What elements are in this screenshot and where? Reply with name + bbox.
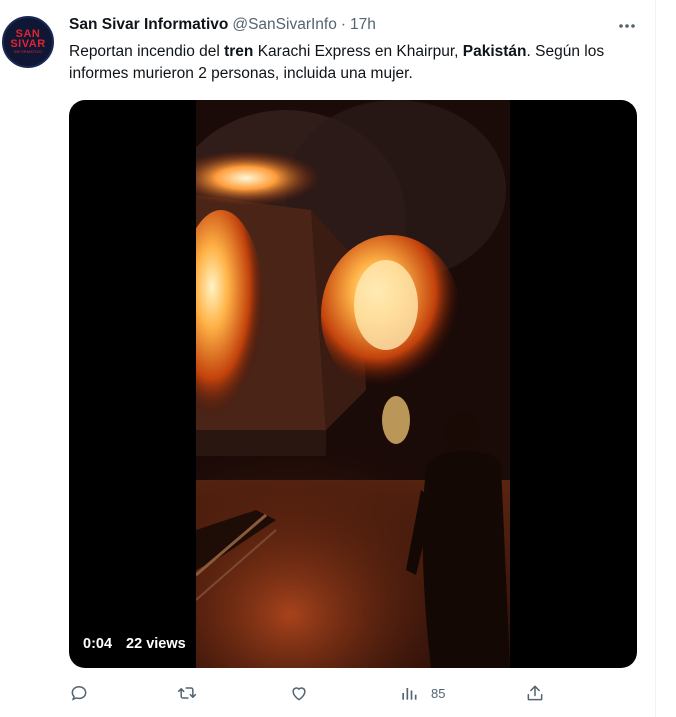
tweet-text: Reportan incendio del tren Karachi Expre… [69, 41, 644, 85]
column-border [655, 0, 676, 717]
bar-chart-icon [402, 688, 417, 700]
retweet-button[interactable] [177, 680, 197, 706]
text-bold-2: Pakistán [462, 43, 527, 60]
reply-icon [71, 685, 87, 701]
text-part-2: Karachi Express en Khairpur, [253, 43, 463, 60]
author-name[interactable]: San Sivar Informativo [69, 16, 228, 34]
tweet-header: San Sivar Informativo @SanSivarInfo · 17… [69, 14, 376, 36]
reply-button[interactable] [69, 680, 89, 706]
avatar-text-line2: SIVAR [10, 38, 46, 50]
text-bold-1: tren [224, 43, 254, 60]
video-time: 0:04 [83, 636, 113, 652]
author-handle[interactable]: @SanSivarInfo [232, 16, 336, 34]
avatar[interactable]: SAN SIVAR INFORMATIVO [2, 16, 54, 68]
timestamp[interactable]: 17h [350, 16, 376, 34]
tweet-actions: 85 [69, 680, 569, 706]
retweet-icon [177, 687, 197, 699]
heart-icon [292, 687, 306, 701]
share-button[interactable] [525, 680, 545, 706]
views-count: 85 [431, 685, 446, 701]
separator-dot: · [340, 16, 347, 33]
video-views: 22 views [126, 636, 186, 652]
text-part-1: Reportan incendio del [69, 43, 225, 60]
more-icon [619, 24, 635, 28]
video-frame[interactable] [196, 100, 510, 668]
views-button[interactable]: 85 [399, 680, 445, 706]
like-button[interactable] [289, 680, 309, 706]
video-overlay: 0:04 22 views [83, 636, 186, 652]
video-player[interactable]: 0:04 22 views [69, 100, 637, 668]
more-options-button[interactable] [612, 14, 642, 38]
video-thumbnail [196, 100, 510, 668]
share-icon [527, 685, 543, 701]
avatar-text-line3: INFORMATIVO [14, 49, 42, 54]
